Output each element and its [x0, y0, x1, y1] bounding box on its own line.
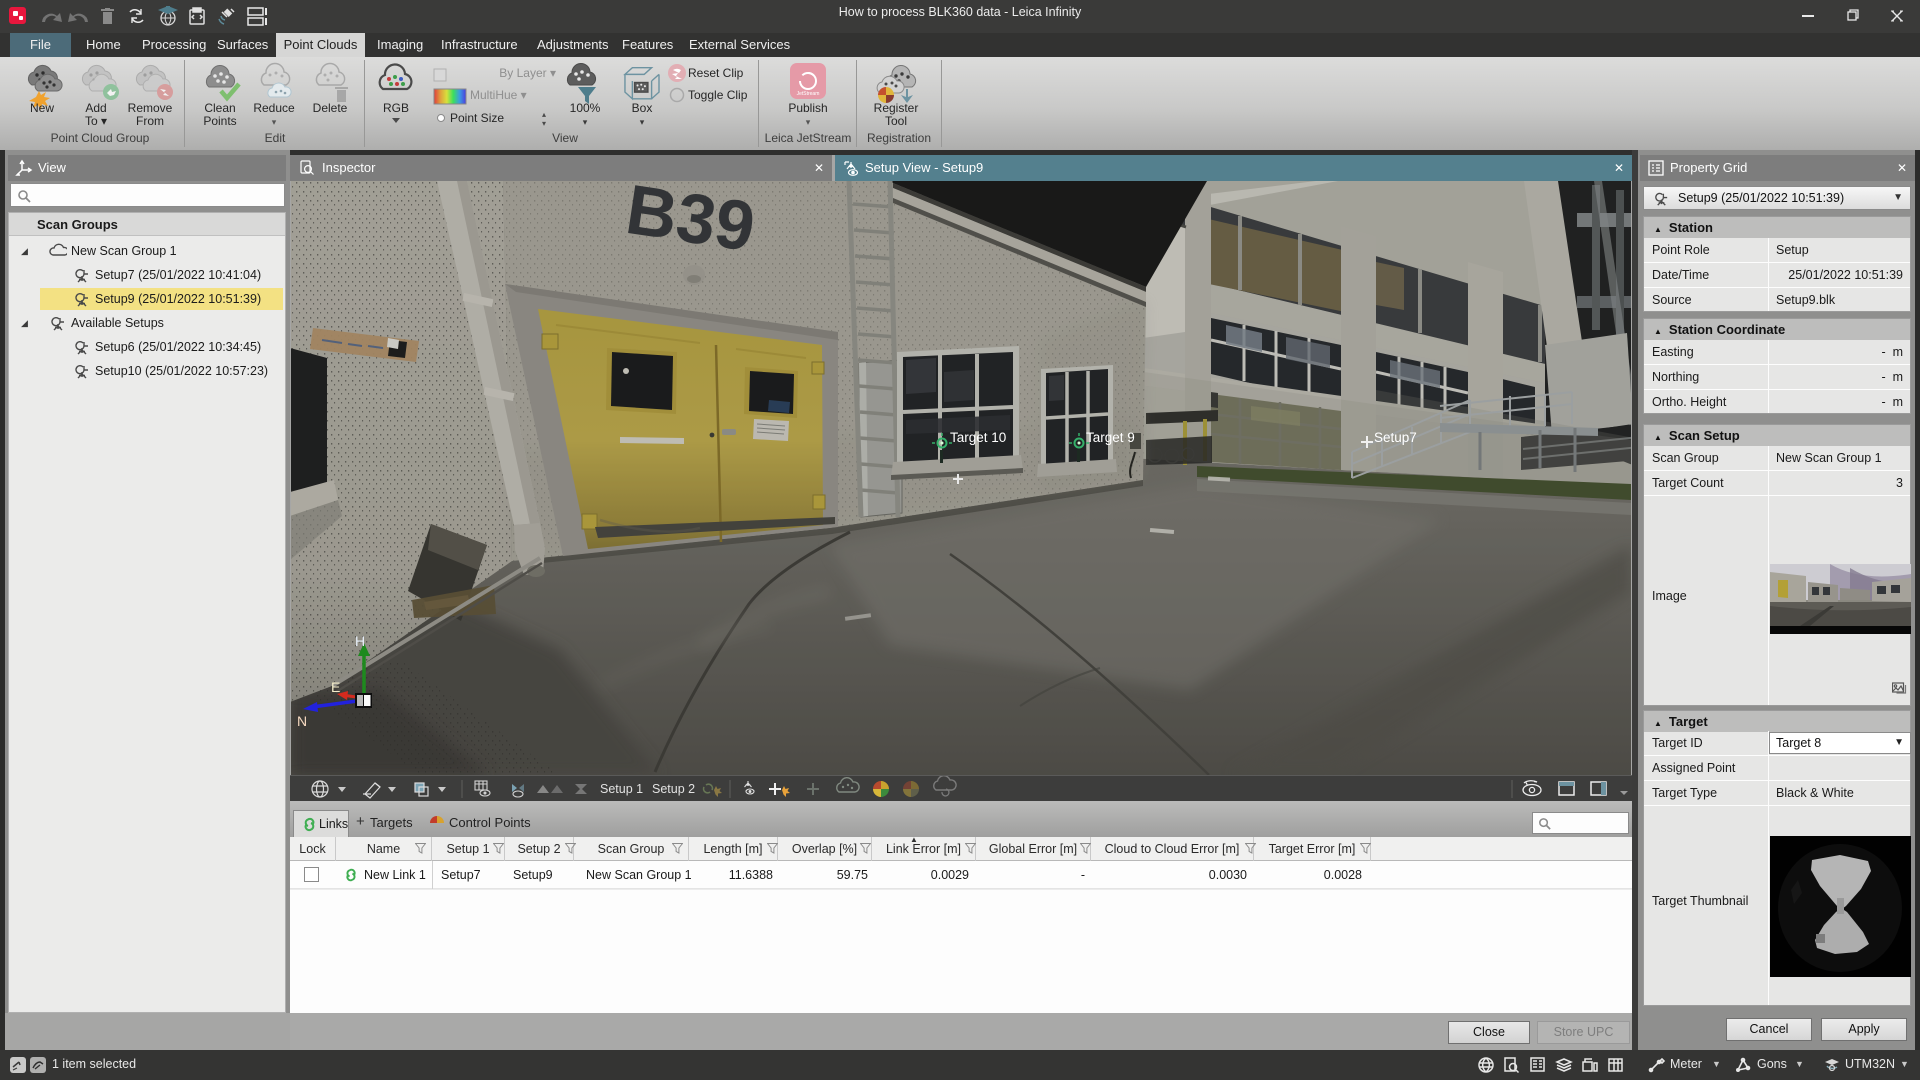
svg-text:N: N	[297, 713, 307, 729]
svg-text:Target 9: Target 9	[1086, 430, 1135, 445]
svg-text:E: E	[331, 679, 340, 695]
svg-text:Setup7: Setup7	[1374, 430, 1417, 445]
svg-text:JetStream: JetStream	[797, 91, 820, 97]
svg-text:Target 10: Target 10	[950, 430, 1006, 445]
svg-text:H: H	[355, 633, 365, 649]
svg-text:Setup 1: Setup 1	[600, 782, 643, 796]
svg-text:Setup 2: Setup 2	[652, 782, 695, 796]
